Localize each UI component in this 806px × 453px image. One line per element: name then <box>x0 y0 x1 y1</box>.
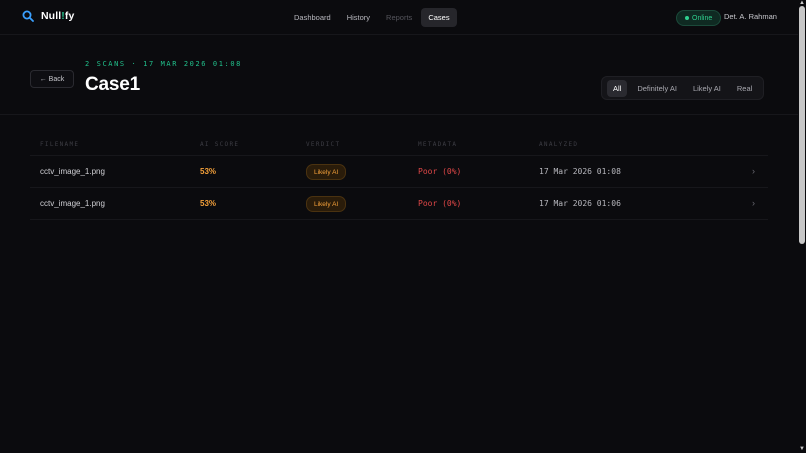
magnifier-icon <box>22 10 34 22</box>
metadata-cell: Poor (0%) <box>418 167 462 176</box>
nav-cases[interactable]: Cases <box>421 8 457 27</box>
verdict-badge: Likely AI <box>306 164 347 180</box>
filter-definitely-ai[interactable]: Definitely AI <box>631 80 683 97</box>
score-cell: 53% <box>200 199 217 208</box>
back-button[interactable]: ← Back <box>30 70 74 88</box>
metadata-cell: Poor (0%) <box>418 199 462 208</box>
verdict-filter: All Definitely AI Likely AI Real <box>601 76 765 100</box>
filter-all[interactable]: All <box>607 79 628 97</box>
scans-table: FILENAME AI SCORE VERDICT METADATA ANALY… <box>30 140 768 220</box>
top-bar: Null!fy Dashboard History Reports Cases … <box>0 0 798 35</box>
col-ai-score: AI SCORE <box>200 141 240 148</box>
status-dot-icon <box>685 16 689 20</box>
status-label: Online <box>692 14 713 22</box>
analyzed-cell: 17 Mar 2026 01:06 <box>539 199 621 208</box>
col-analyzed: ANALYZED <box>539 141 579 148</box>
verdict-badge: Likely AI <box>306 196 347 212</box>
nav-dashboard[interactable]: Dashboard <box>287 8 338 27</box>
filter-real[interactable]: Real <box>731 80 758 97</box>
table-header: FILENAME AI SCORE VERDICT METADATA ANALY… <box>30 140 768 156</box>
chevron-right-icon[interactable]: › <box>752 198 755 208</box>
col-metadata: METADATA <box>418 141 458 148</box>
page-scrollbar[interactable]: ▲ ▼ <box>798 0 806 453</box>
logo-part-1: Null <box>41 10 62 22</box>
filter-likely-ai[interactable]: Likely AI <box>687 80 727 97</box>
chevron-right-icon[interactable]: › <box>752 166 755 176</box>
app-name: Null!fy <box>41 10 74 22</box>
main-nav: Dashboard History Reports Cases <box>287 8 459 27</box>
score-cell: 53% <box>200 167 217 176</box>
page-title: Case1 <box>85 74 140 95</box>
table-row[interactable]: cctv_image_1.png 53% Likely AI Poor (0%)… <box>30 156 768 188</box>
filename-cell: cctv_image_1.png <box>40 167 105 176</box>
case-meta: 2 SCANS · 17 MAR 2026 01:08 <box>85 60 242 68</box>
table-row[interactable]: cctv_image_1.png 53% Likely AI Poor (0%)… <box>30 188 768 220</box>
nav-reports[interactable]: Reports <box>379 8 419 27</box>
nav-history[interactable]: History <box>340 8 377 27</box>
analyzed-cell: 17 Mar 2026 01:08 <box>539 167 621 176</box>
filename-cell: cctv_image_1.png <box>40 199 105 208</box>
logo-part-3: fy <box>64 10 75 22</box>
status-badge: Online <box>676 10 722 26</box>
app-logo[interactable]: Null!fy <box>22 10 74 22</box>
col-filename: FILENAME <box>40 141 80 148</box>
col-verdict: VERDICT <box>306 141 341 148</box>
case-header: ← Back 2 SCANS · 17 MAR 2026 01:08 Case1… <box>0 34 798 115</box>
scrollbar-thumb[interactable] <box>799 6 805 244</box>
scroll-down-arrow-icon[interactable]: ▼ <box>799 446 805 452</box>
user-name[interactable]: Det. A. Rahman <box>724 12 777 21</box>
